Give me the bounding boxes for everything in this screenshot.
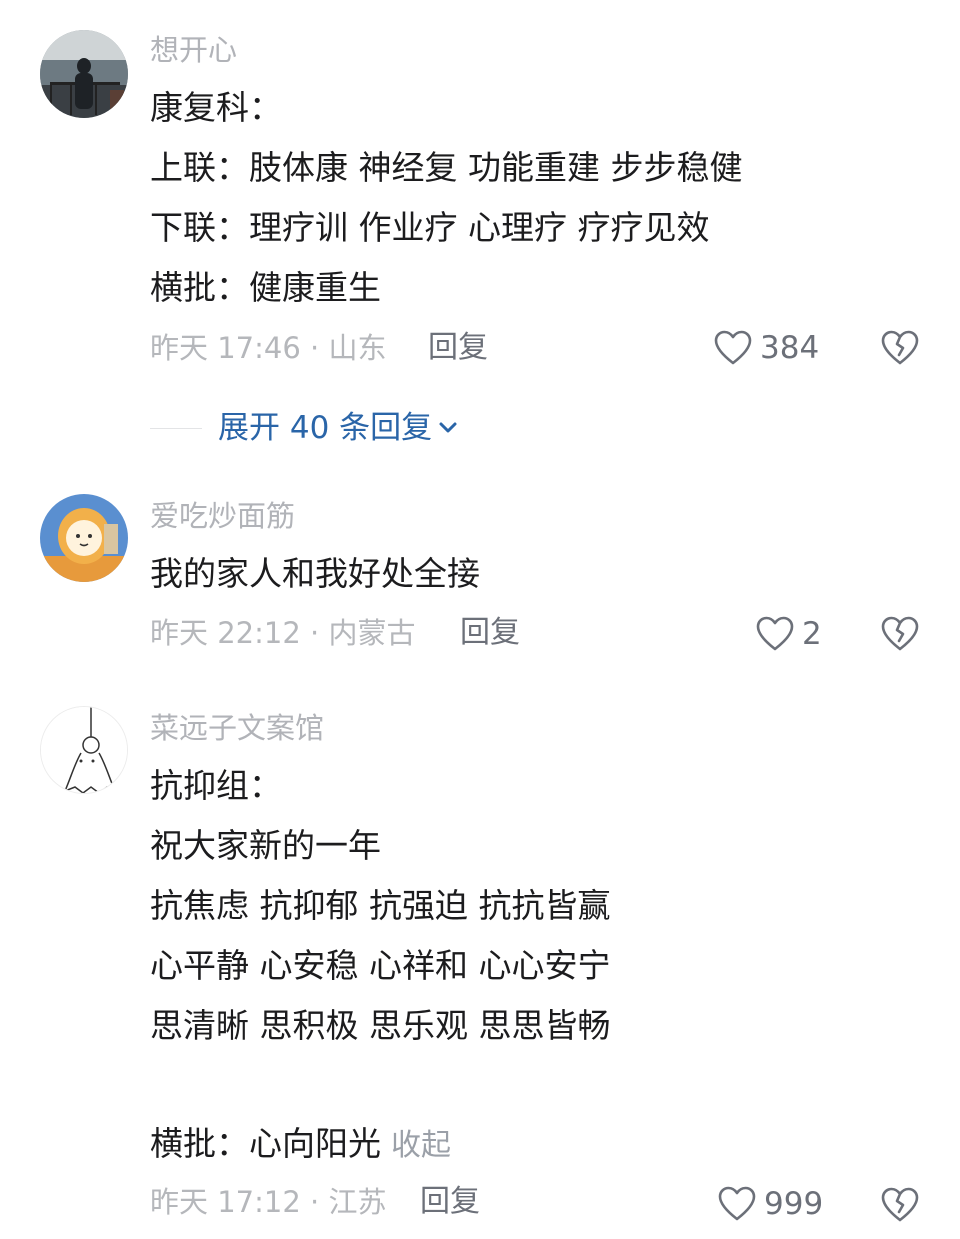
comment-text-line: 上联：肢体康 神经复 功能重建 步步稳健 — [150, 148, 743, 187]
like-count: 384 — [760, 330, 820, 366]
like-button[interactable]: 999 — [718, 1184, 823, 1224]
broken-heart-icon[interactable] — [880, 1186, 920, 1224]
comment-text-line: 抗抑组： — [150, 766, 282, 805]
heart-outline-icon — [714, 330, 752, 365]
collapse-button[interactable]: 收起 — [391, 1128, 451, 1163]
expand-replies-button[interactable]: 展开 40 条回复 — [150, 408, 460, 448]
like-button[interactable]: 2 — [756, 614, 822, 654]
comment-text-line: 康复科： — [150, 88, 282, 127]
comment-meta: 昨天 22:12 · 内蒙古 — [150, 616, 416, 650]
comment-meta: 昨天 17:46 · 山东 — [150, 331, 387, 365]
reply-button[interactable]: 回复 — [420, 1184, 480, 1220]
comment-text-line: 抗焦虑 抗抑郁 抗强迫 抗抗皆赢 — [150, 886, 611, 925]
comment-meta: 昨天 17:12 · 江苏 — [150, 1185, 387, 1219]
reply-button[interactable]: 回复 — [428, 330, 488, 366]
avatar[interactable] — [40, 706, 128, 794]
broken-heart-icon[interactable] — [880, 615, 920, 653]
heart-outline-icon — [718, 1186, 756, 1221]
username[interactable]: 爱吃炒面筋 — [150, 498, 295, 534]
like-count: 2 — [802, 616, 822, 652]
comment-text-line: 横批：心向阳光 收起 — [150, 1124, 451, 1166]
username[interactable]: 想开心 — [150, 32, 237, 68]
comment-text: 横批：心向阳光 — [150, 1124, 381, 1163]
username[interactable]: 菜远子文案馆 — [150, 710, 324, 746]
heart-outline-icon — [756, 616, 794, 651]
chevron-down-icon — [439, 422, 457, 433]
broken-heart-icon[interactable] — [880, 329, 920, 367]
reply-button[interactable]: 回复 — [460, 615, 520, 651]
avatar[interactable] — [40, 30, 128, 118]
expand-replies-label: 展开 40 条回复 — [218, 410, 433, 446]
comment-text-line: 下联：理疗训 作业疗 心理疗 疗疗见效 — [150, 208, 710, 247]
like-count: 999 — [764, 1186, 824, 1222]
like-button[interactable]: 384 — [714, 328, 819, 368]
comment-text-line: 思清晰 思积极 思乐观 思思皆畅 — [150, 1006, 611, 1045]
divider — [150, 427, 202, 429]
comment-text-line: 祝大家新的一年 — [150, 826, 381, 865]
comment-text-line: 我的家人和我好处全接 — [150, 554, 480, 593]
comment-text-line: 横批：健康重生 — [150, 268, 381, 307]
avatar[interactable] — [40, 494, 128, 582]
comment-text-line: 心平静 心安稳 心祥和 心心安宁 — [150, 946, 611, 985]
